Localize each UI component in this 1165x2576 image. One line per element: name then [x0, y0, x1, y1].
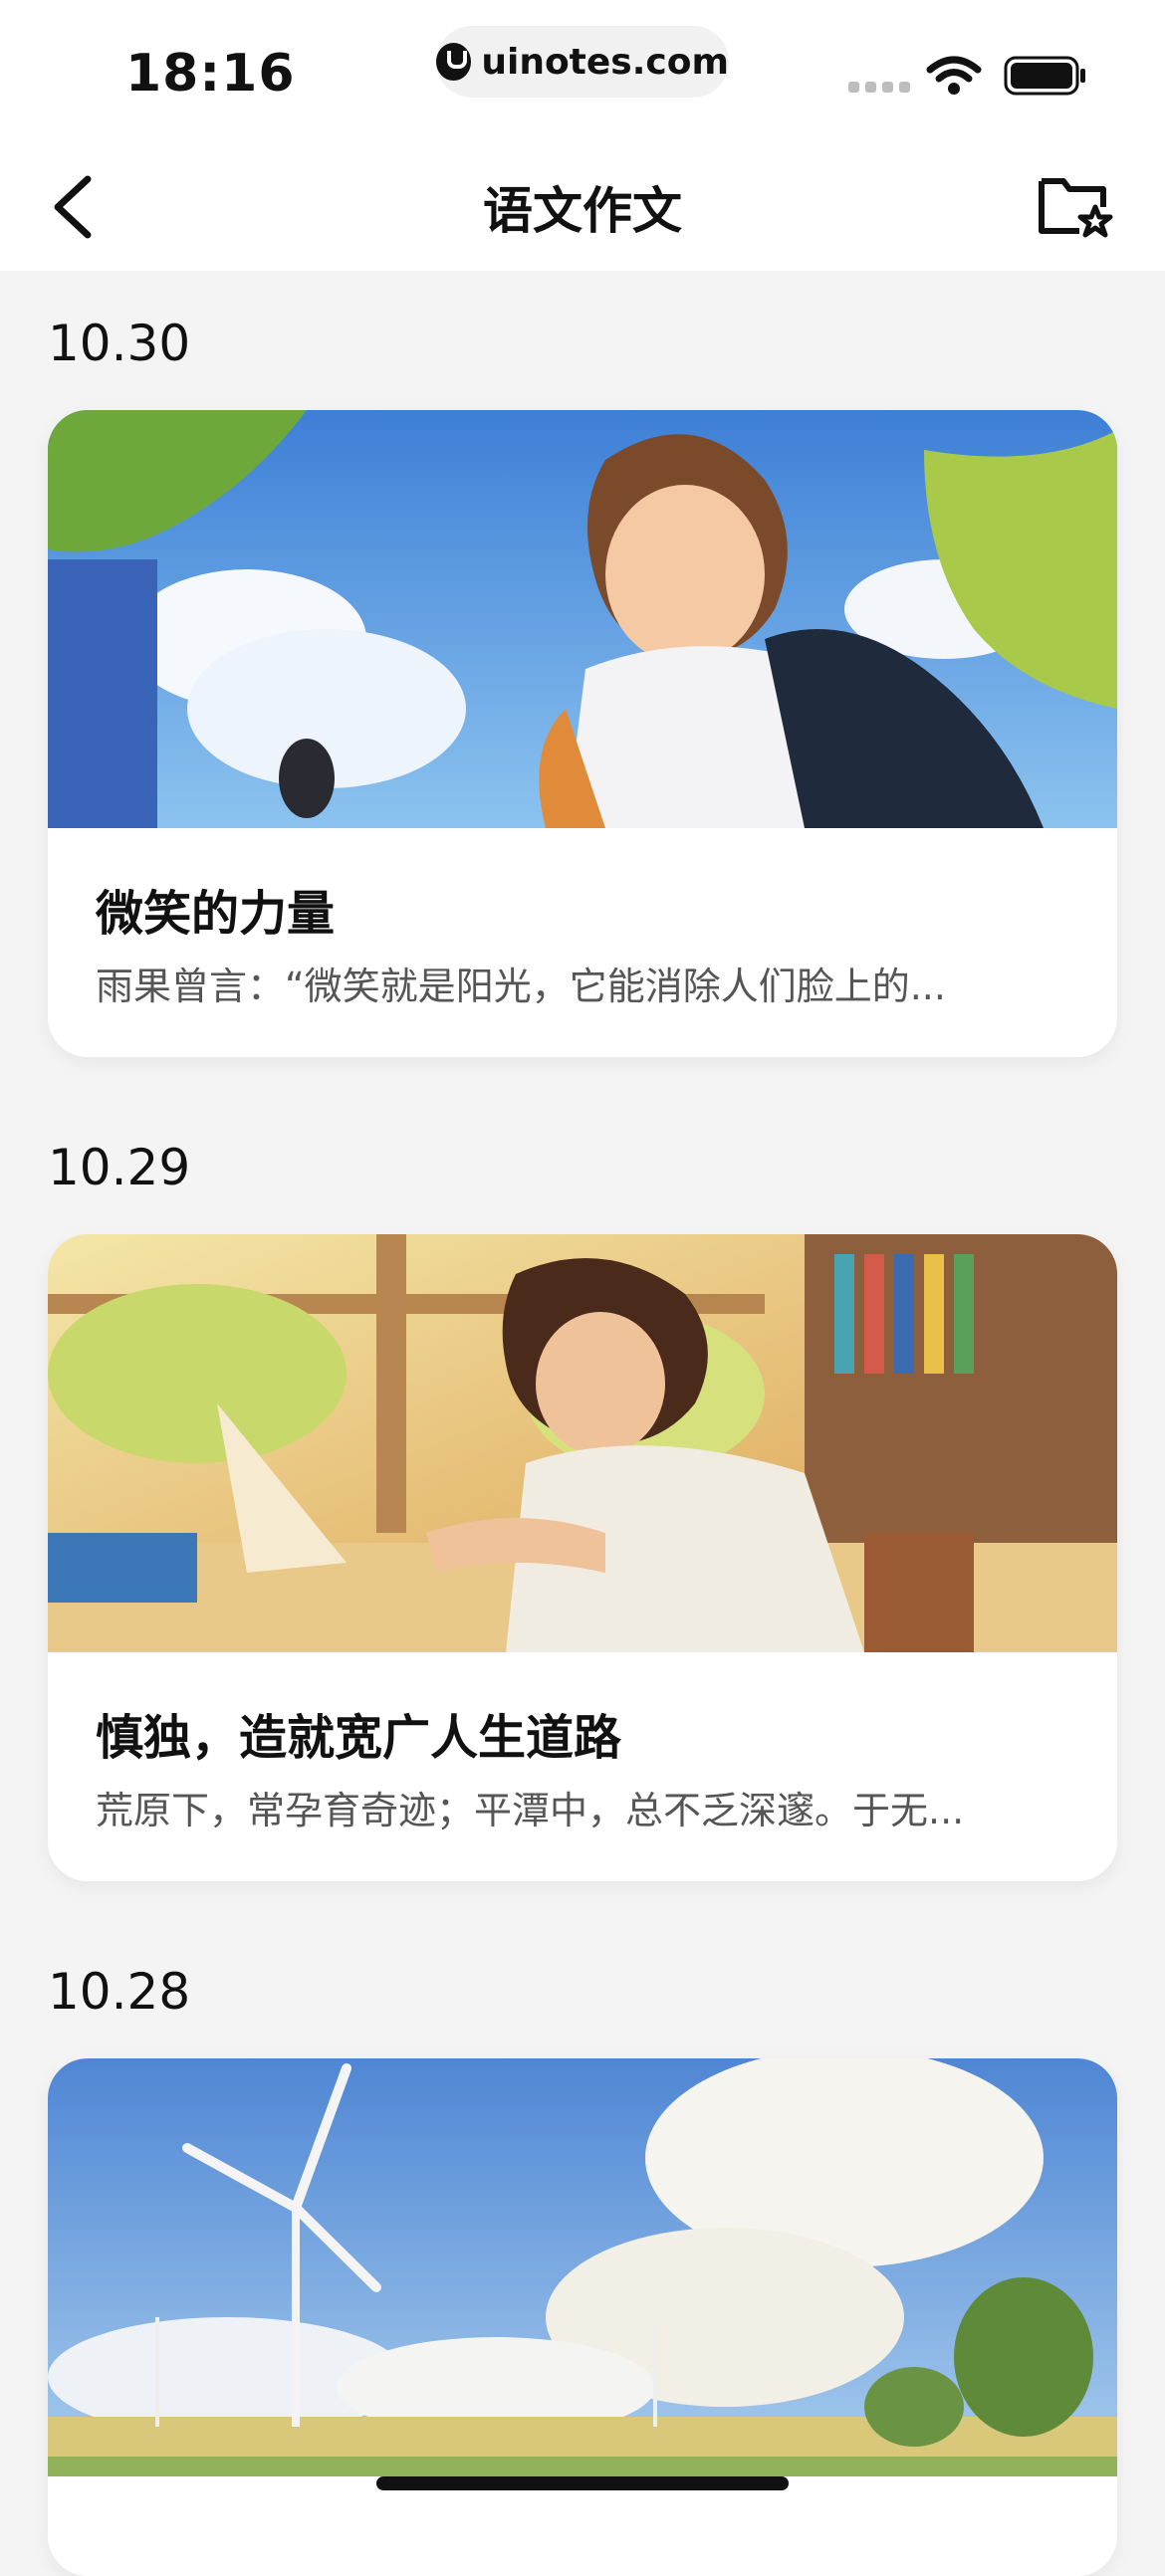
- url-pill[interactable]: uinotes.com: [436, 26, 729, 98]
- essay-card[interactable]: [48, 2058, 1117, 2576]
- folder-star-icon[interactable]: [1036, 167, 1115, 243]
- essay-cover-image: [48, 2058, 1117, 2476]
- date-label: 10.29: [48, 1139, 191, 1196]
- url-text: uinotes.com: [481, 41, 729, 83]
- essay-excerpt: 荒原下，常孕育奇迹；平潭中，总不乏深邃。于无...: [96, 1789, 965, 1832]
- date-label: 10.28: [48, 1963, 191, 2021]
- date-label: 10.30: [48, 315, 191, 372]
- essay-excerpt: 雨果曾言：“微笑就是阳光，它能消除人们脸上的...: [96, 965, 946, 1008]
- essay-title: 微笑的力量: [96, 886, 336, 942]
- essay-card[interactable]: 微笑的力量 雨果曾言：“微笑就是阳光，它能消除人们脸上的...: [48, 410, 1117, 1057]
- top-bar: 18:16 uinotes.com 语文作文: [0, 0, 1165, 271]
- essay-title: 慎独，造就宽广人生道路: [96, 1710, 622, 1766]
- status-time: 18:16: [125, 44, 296, 104]
- home-indicator: [376, 2476, 789, 2490]
- essay-card[interactable]: 慎独，造就宽广人生道路 荒原下，常孕育奇迹；平潭中，总不乏深邃。于无...: [48, 1234, 1117, 1881]
- cellular-signal-icon: [848, 82, 910, 93]
- battery-icon: [1004, 56, 1085, 96]
- page-title: 语文作文: [483, 182, 682, 240]
- essay-cover-image: [48, 410, 1117, 828]
- essay-cover-image: [48, 1234, 1117, 1652]
- site-logo-icon: [436, 43, 472, 81]
- wifi-icon: [926, 56, 982, 95]
